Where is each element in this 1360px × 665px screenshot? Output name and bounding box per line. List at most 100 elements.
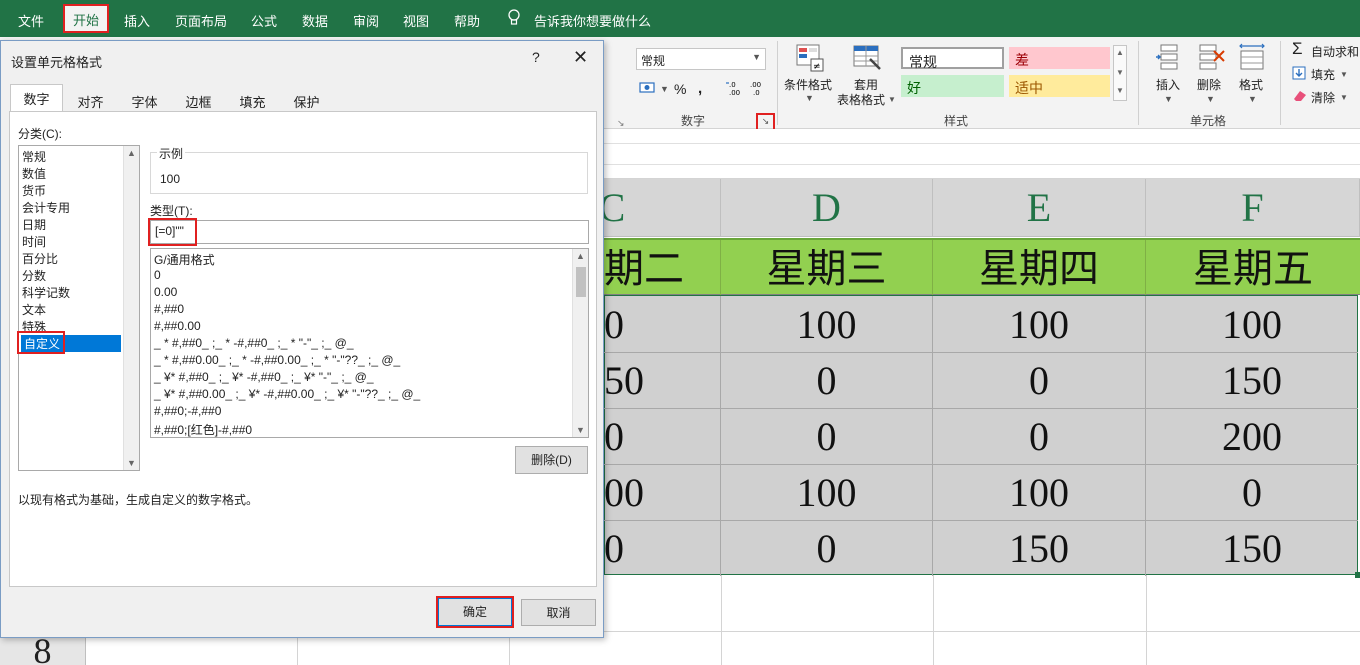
tab-number[interactable]: 数字 — [10, 84, 63, 112]
tab-page-layout[interactable]: 页面布局 — [175, 11, 227, 30]
format-cells-icon[interactable] — [1238, 43, 1266, 76]
data-cell[interactable]: 0 — [721, 520, 933, 576]
tell-me-search[interactable]: 告诉我你想要做什么 — [534, 11, 651, 30]
ok-button[interactable]: 确定 — [436, 596, 514, 628]
data-cell[interactable]: 100 — [933, 464, 1146, 520]
format-item[interactable]: #,##0;-#,##0 — [154, 404, 221, 418]
format-item[interactable]: #,##0 — [154, 302, 184, 316]
data-cell[interactable]: 150 — [1146, 520, 1358, 576]
data-cell[interactable]: 150 — [1146, 352, 1358, 408]
style-good[interactable]: 好 — [901, 75, 1004, 97]
conditional-format-icon[interactable]: ≠ — [795, 43, 825, 76]
insert-cells-icon[interactable] — [1155, 43, 1183, 76]
data-cell[interactable]: 0 — [721, 408, 933, 464]
fill-icon[interactable] — [1292, 66, 1306, 83]
alignment-dialog-launcher-icon[interactable]: ↘ — [617, 118, 625, 129]
format-item[interactable]: _ ¥* #,##0.00_ ;_ ¥* -#,##0.00_ ;_ ¥* "-… — [154, 387, 420, 401]
style-bad[interactable]: 差 — [1009, 47, 1110, 69]
conditional-format-button[interactable]: 条件格式 — [784, 76, 832, 93]
formula-input[interactable] — [604, 143, 1360, 165]
format-item[interactable]: _ * #,##0_ ;_ * -#,##0_ ;_ * "-"_ ;_ @_ — [154, 336, 354, 350]
number-format-dropdown[interactable]: 常规 ▼ — [636, 48, 766, 70]
format-item[interactable]: G/通用格式 — [154, 251, 215, 268]
comma-style-button[interactable]: , — [698, 80, 702, 97]
format-scrollbar[interactable]: ▲ ▼ — [572, 249, 588, 437]
tab-view[interactable]: 视图 — [403, 11, 429, 30]
header-cell-d[interactable]: 星期三 — [721, 240, 933, 297]
tab-fill[interactable]: 填充 — [226, 87, 279, 111]
tab-border[interactable]: 边框 — [172, 87, 225, 111]
data-cell[interactable]: 0 — [933, 352, 1146, 408]
close-icon[interactable]: ✕ — [573, 47, 588, 68]
tab-insert[interactable]: 插入 — [124, 11, 150, 30]
tab-review[interactable]: 审阅 — [353, 11, 379, 30]
chevron-down-icon[interactable]: ▼ — [576, 425, 585, 435]
category-item[interactable]: 日期 — [22, 216, 46, 233]
number-dialog-launcher-icon[interactable]: ↘ — [756, 113, 775, 131]
data-cell[interactable]: 100 — [933, 296, 1146, 352]
tab-font[interactable]: 字体 — [118, 87, 171, 111]
format-item[interactable]: 0 — [154, 268, 161, 282]
data-cell[interactable]: 0 — [604, 520, 721, 576]
delete-format-button[interactable]: 删除(D) — [515, 446, 588, 474]
chevron-down-icon[interactable]: ▼ — [1116, 68, 1124, 77]
data-cell[interactable]: 100 — [1146, 296, 1358, 352]
format-item[interactable]: _ * #,##0.00_ ;_ * -#,##0.00_ ;_ * "-"??… — [154, 353, 400, 367]
category-item[interactable]: 会计专用 — [22, 199, 70, 216]
data-cell[interactable]: 00 — [604, 464, 721, 520]
autosum-icon[interactable]: Σ — [1292, 39, 1303, 59]
chevron-down-icon[interactable]: ▼ — [660, 84, 669, 94]
data-cell[interactable]: 0 — [604, 296, 721, 352]
table-format-label-2[interactable]: 表格格式 — [837, 91, 885, 108]
help-button[interactable]: ? — [532, 49, 540, 65]
type-input[interactable]: [=0]"" — [150, 220, 589, 244]
increase-decimal-icon[interactable]: .0.00 — [725, 79, 743, 100]
format-list[interactable]: G/通用格式 0 0.00 #,##0 #,##0.00 _ * #,##0_ ;_ * … — [150, 248, 589, 438]
delete-cells-icon[interactable] — [1196, 43, 1226, 76]
delete-cells-button[interactable]: 删除 — [1197, 76, 1221, 93]
data-cell[interactable]: 150 — [933, 520, 1146, 576]
data-cell[interactable]: 50 — [604, 352, 721, 408]
category-item[interactable]: 数值 — [22, 165, 46, 182]
column-header-f[interactable]: F — [1146, 179, 1360, 237]
data-cell[interactable]: 100 — [721, 464, 933, 520]
data-cell[interactable]: 0 — [933, 408, 1146, 464]
cancel-button[interactable]: 取消 — [521, 599, 596, 626]
style-neutral[interactable]: 适中 — [1009, 75, 1110, 97]
autosum-button[interactable]: 自动求和 — [1311, 43, 1359, 60]
chevron-down-icon[interactable]: ▼ — [127, 458, 136, 468]
format-item[interactable]: #,##0;[红色]-#,##0 — [154, 421, 252, 437]
tab-data[interactable]: 数据 — [302, 11, 328, 30]
chevron-up-icon[interactable]: ▲ — [127, 148, 136, 158]
category-item[interactable]: 货币 — [22, 182, 46, 199]
data-cell[interactable]: 0 — [1146, 464, 1358, 520]
data-cell[interactable]: 200 — [1146, 408, 1358, 464]
tab-home[interactable]: 开始 — [62, 4, 110, 33]
category-item[interactable]: 分数 — [22, 267, 46, 284]
fill-button[interactable]: 填充 — [1311, 66, 1335, 83]
data-cell[interactable]: 100 — [721, 296, 933, 352]
chevron-up-icon[interactable]: ▲ — [576, 251, 585, 261]
format-cells-button[interactable]: 格式 — [1239, 76, 1263, 93]
currency-format-icon[interactable] — [639, 80, 657, 99]
tab-alignment[interactable]: 对齐 — [64, 87, 117, 111]
insert-cells-button[interactable]: 插入 — [1156, 76, 1180, 93]
percent-button[interactable]: % — [674, 81, 686, 97]
format-item[interactable]: _ ¥* #,##0_ ;_ ¥* -#,##0_ ;_ ¥* "-"_ ;_ … — [154, 370, 374, 384]
decrease-decimal-icon[interactable]: .00.0 — [747, 79, 765, 100]
tab-file[interactable]: 文件 — [18, 11, 44, 30]
category-item[interactable]: 常规 — [22, 148, 46, 165]
tab-protection[interactable]: 保护 — [280, 87, 333, 111]
column-header-e[interactable]: E — [933, 179, 1146, 237]
data-cell[interactable]: 0 — [721, 352, 933, 408]
data-cell[interactable]: 0 — [604, 408, 721, 464]
scrollbar-thumb[interactable] — [576, 267, 586, 297]
header-cell-e[interactable]: 星期四 — [933, 240, 1146, 297]
category-item[interactable]: 时间 — [22, 233, 46, 250]
tab-help[interactable]: 帮助 — [454, 11, 480, 30]
style-normal[interactable]: 常规 — [901, 47, 1004, 70]
column-header-d[interactable]: D — [721, 179, 933, 237]
header-cell-f[interactable]: 星期五 — [1146, 240, 1360, 297]
format-item[interactable]: 0.00 — [154, 285, 177, 299]
chevron-up-icon[interactable]: ▲ — [1116, 48, 1124, 57]
